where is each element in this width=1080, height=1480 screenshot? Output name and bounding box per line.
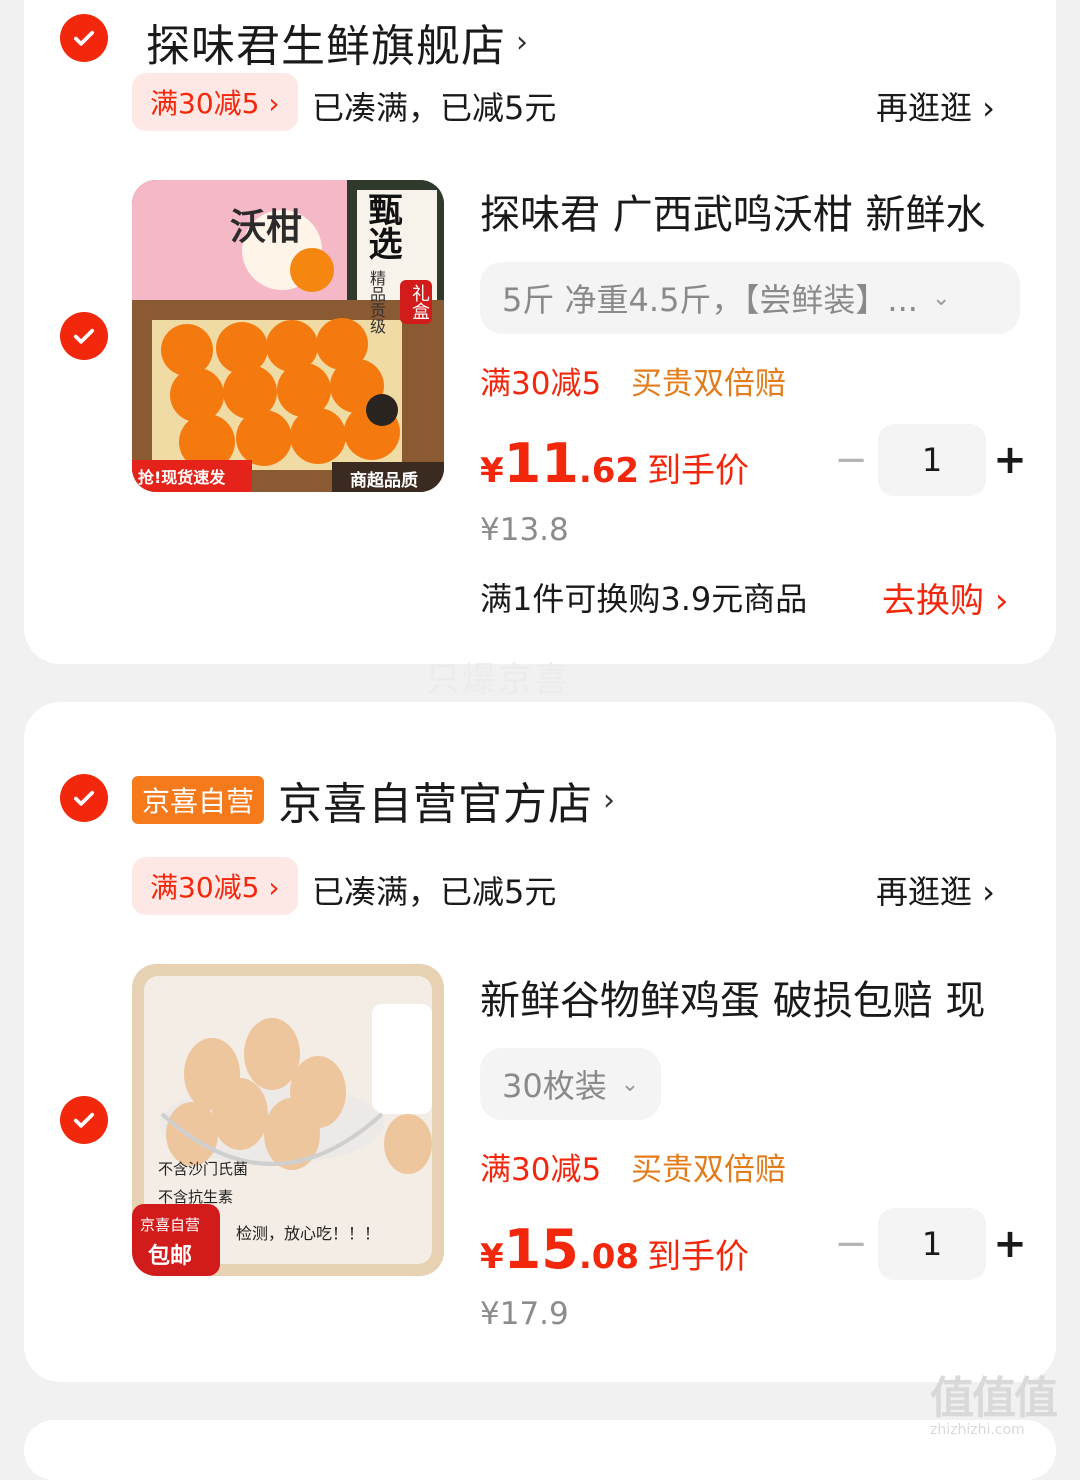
original-price: ¥17.9	[480, 1296, 569, 1332]
corner-watermark-logo: 值值值	[930, 1373, 1058, 1424]
spec-text: 30枚装	[502, 1067, 607, 1105]
promo-tag[interactable]: 满30减5 ›	[132, 73, 298, 131]
product-title[interactable]: 新鲜谷物鲜鸡蛋 破损包赔 现	[480, 968, 1020, 1026]
image-side-sub: 精品贡级	[367, 270, 386, 334]
spec-selector[interactable]: 5斤 净重4.5斤，【尝鲜装】... ⌄	[480, 262, 1020, 334]
store-name: 京喜自营官方店	[278, 779, 594, 830]
watermark-text: 只爆京喜	[426, 660, 570, 700]
browse-more-link[interactable]: 再逛逛 ›	[876, 83, 995, 129]
quantity-decrease-button[interactable]: −	[824, 1221, 878, 1267]
product-title[interactable]: 探味君 广西武鸣沃柑 新鲜水	[480, 182, 1020, 240]
image-text-2: 不含抗生素	[158, 1188, 234, 1206]
product-image[interactable]: 沃柑 甄选 精品贡级 礼盒 抢!现货速发 商超品质	[132, 180, 444, 492]
image-text-1: 不含沙门氏菌	[158, 1160, 249, 1178]
quantity-stepper: − 1 +	[824, 424, 1034, 496]
image-gift-tag: 礼盒	[400, 280, 432, 324]
exchange-offer-text: 满1件可换购3.9元商品	[480, 580, 808, 618]
product-image[interactable]: 不含沙门氏菌 不含抗生素 检测，放心吃！！！ 京喜自营 包邮	[132, 964, 444, 1276]
quantity-input[interactable]: 1	[878, 424, 986, 496]
price-decimal: .08	[578, 1237, 640, 1277]
tag-guarantee: 买贵双倍赔	[631, 1152, 787, 1188]
price-currency: ¥	[480, 451, 504, 491]
store-select-checkbox[interactable]	[60, 774, 108, 822]
image-badge-left: 抢!现货速发	[138, 468, 226, 487]
store-card-3	[24, 1420, 1056, 1480]
store-select-checkbox[interactable]	[60, 14, 108, 62]
check-icon	[73, 328, 95, 344]
check-icon	[73, 790, 95, 806]
store-header[interactable]: 探味君生鲜旗舰店 ›	[146, 10, 528, 74]
spec-selector[interactable]: 30枚装 ⌄	[480, 1048, 662, 1120]
tag-discount: 满30减5	[480, 1152, 602, 1188]
store-name: 探味君生鲜旗舰店	[146, 21, 506, 72]
item-select-checkbox[interactable]	[60, 312, 108, 360]
image-badge-shipping: 包邮	[148, 1244, 193, 1269]
price-label: 到手价	[647, 1237, 750, 1277]
promo-tags: 满30减5 买贵双倍赔	[480, 1144, 786, 1189]
self-operated-badge: 京喜自营	[132, 776, 265, 824]
quantity-stepper: − 1 +	[824, 1208, 1034, 1280]
final-price: ¥ 11 .62 到手价	[480, 432, 749, 495]
chevron-down-icon: ⌄	[931, 285, 951, 311]
check-icon	[73, 1112, 95, 1128]
spec-text: 5斤 净重4.5斤，【尝鲜装】...	[502, 281, 918, 319]
image-badge-right: 商超品质	[350, 471, 418, 491]
promo-tags: 满30减5 买贵双倍赔	[480, 358, 786, 403]
image-text-3: 检测，放心吃！！！	[236, 1224, 381, 1243]
price-label: 到手价	[647, 451, 750, 491]
quantity-increase-button[interactable]: +	[986, 437, 1034, 483]
chevron-right-icon: ›	[516, 24, 528, 60]
quantity-decrease-button[interactable]: −	[824, 437, 878, 483]
image-side-title: 甄选	[362, 192, 402, 260]
image-box-title: 沃柑	[230, 207, 303, 248]
browse-more-link[interactable]: 再逛逛 ›	[876, 867, 995, 913]
original-price: ¥13.8	[480, 512, 569, 548]
corner-watermark: 值值值 zhizhizhi.com	[930, 1362, 1070, 1442]
quantity-input[interactable]: 1	[878, 1208, 986, 1280]
promo-tag[interactable]: 满30减5 ›	[132, 857, 298, 915]
price-currency: ¥	[480, 1237, 504, 1277]
price-integer: 15	[503, 1218, 579, 1281]
store-header[interactable]: 京喜自营 京喜自营官方店 ›	[132, 768, 615, 832]
chevron-right-icon: ›	[603, 782, 616, 818]
store-card-1: 探味君生鲜旗舰店 › 满30减5 › 已凑满，已减5元 再逛逛 › 沃柑 甄选 …	[24, 0, 1056, 664]
image-badge: 京喜自营	[140, 1216, 201, 1234]
final-price: ¥ 15 .08 到手价	[480, 1218, 749, 1281]
exchange-link[interactable]: 去换购 ›	[882, 573, 1008, 622]
check-icon	[73, 30, 95, 46]
chevron-down-icon: ⌄	[620, 1071, 640, 1097]
quantity-increase-button[interactable]: +	[986, 1221, 1034, 1267]
price-decimal: .62	[578, 451, 640, 491]
price-integer: 11	[503, 432, 579, 495]
store-card-2: 京喜自营 京喜自营官方店 › 满30减5 › 已凑满，已减5元 再逛逛 › 不含…	[24, 702, 1056, 1382]
promo-status: 已凑满，已减5元	[312, 873, 557, 911]
item-select-checkbox[interactable]	[60, 1096, 108, 1144]
tag-guarantee: 买贵双倍赔	[631, 366, 787, 402]
promo-status: 已凑满，已减5元	[312, 89, 557, 127]
tag-discount: 满30减5	[480, 366, 602, 402]
